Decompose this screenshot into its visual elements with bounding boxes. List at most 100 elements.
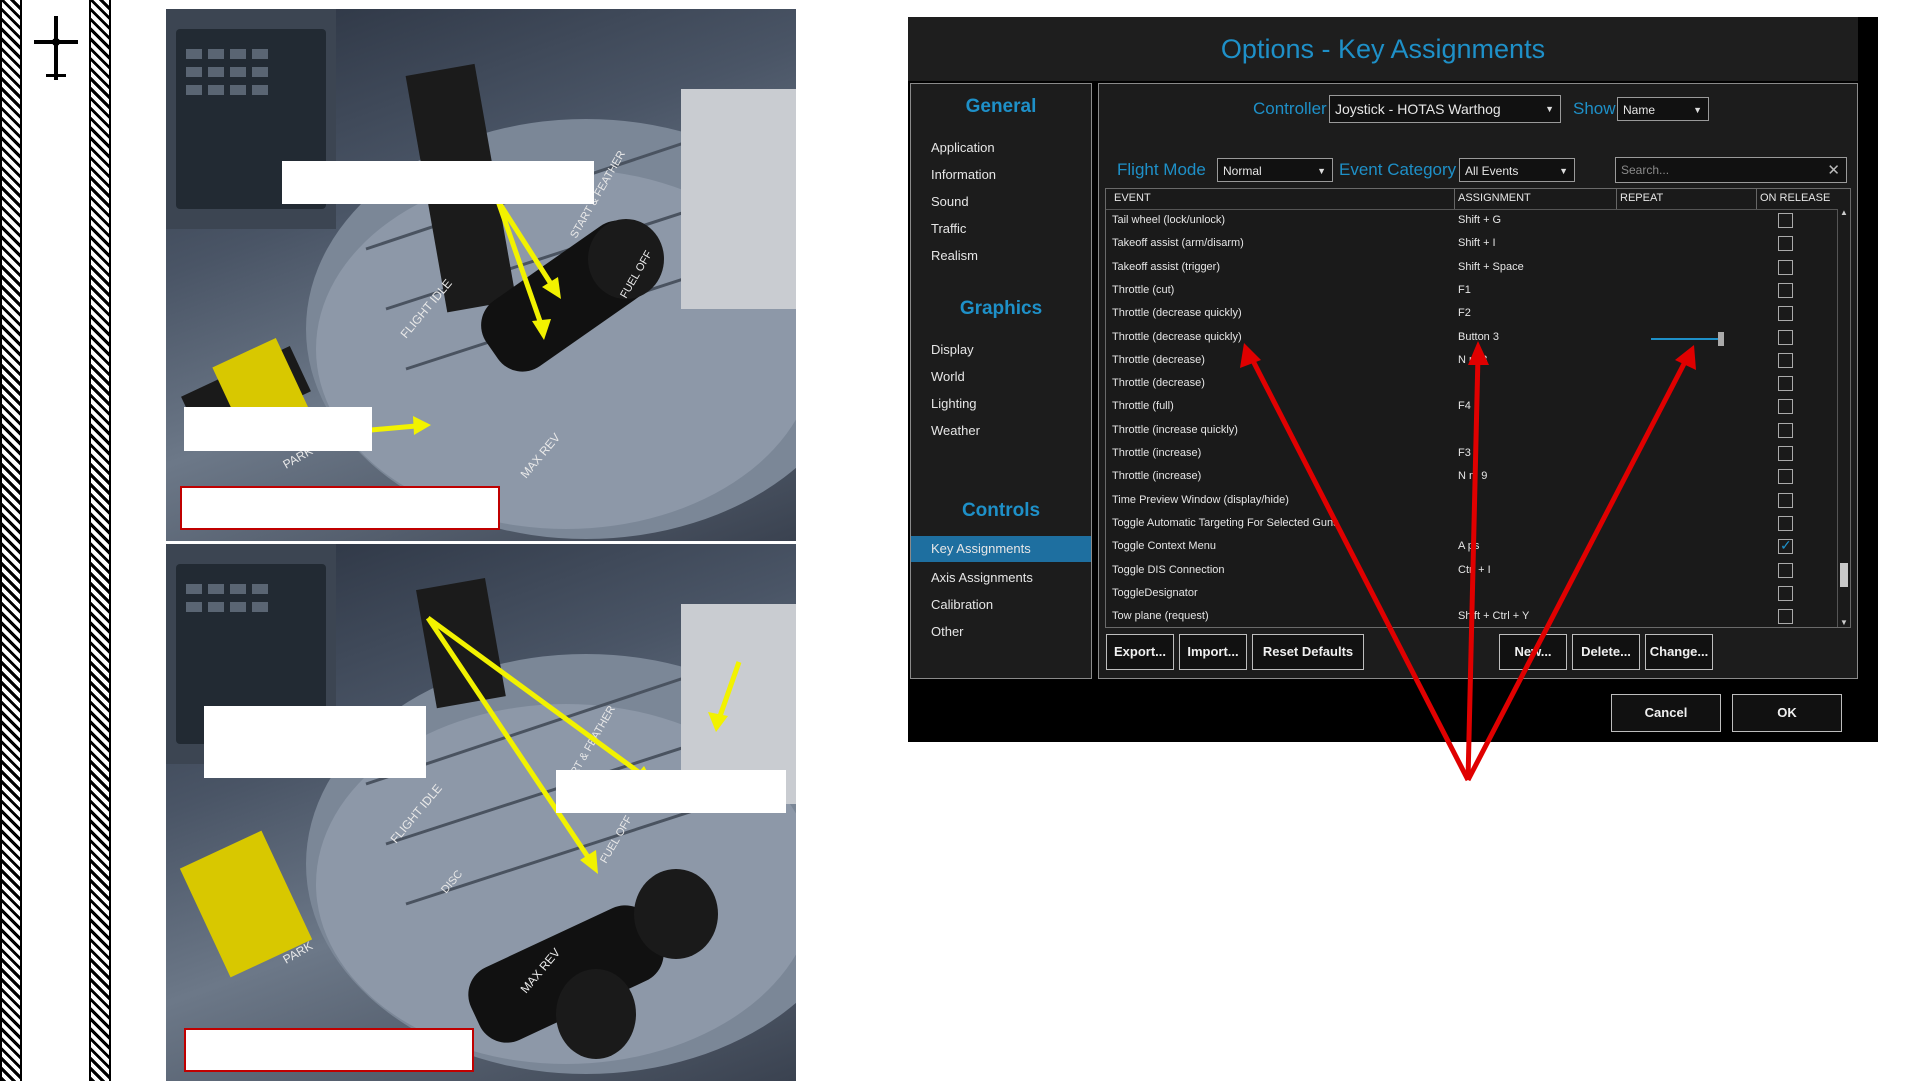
- on-release-checkbox[interactable]: [1778, 446, 1793, 461]
- event-cell: Toggle Context Menu: [1112, 540, 1216, 553]
- column-divider: [1756, 189, 1757, 209]
- on-release-checkbox[interactable]: [1778, 609, 1793, 625]
- scrollbar-thumb[interactable]: [1840, 563, 1848, 587]
- on-release-checkbox[interactable]: [1778, 282, 1793, 298]
- on-release-checkbox[interactable]: [1778, 492, 1793, 508]
- table-row[interactable]: Toggle DIS Connection Ctrl + I: [1106, 560, 1836, 583]
- table-row[interactable]: Toggle Context Menu A ps: [1106, 536, 1836, 559]
- nav-item-application[interactable]: Application: [931, 140, 995, 155]
- column-repeat[interactable]: REPEAT: [1620, 192, 1663, 204]
- controller-select[interactable]: Joystick - HOTAS Warthog ▼: [1329, 95, 1561, 123]
- table-row[interactable]: Throttle (decrease quickly) F2: [1106, 303, 1836, 326]
- repeat-slider[interactable]: [1651, 337, 1721, 340]
- nav-section-controls: Controls: [961, 500, 1041, 521]
- assignment-cell: Button 3: [1458, 330, 1499, 343]
- flight-mode-select[interactable]: Normal ▼: [1217, 158, 1333, 182]
- search-input[interactable]: Search... ✕: [1615, 157, 1847, 183]
- assignment-cell: A ps: [1458, 540, 1480, 553]
- column-assignment[interactable]: ASSIGNMENT: [1458, 192, 1531, 204]
- table-row[interactable]: Throttle (decrease) N m 3: [1106, 350, 1836, 373]
- nav-item-display[interactable]: Display: [931, 342, 974, 357]
- table-row[interactable]: Takeoff assist (arm/disarm) Shift + I: [1106, 233, 1836, 256]
- nav-item-information[interactable]: Information: [931, 167, 996, 182]
- table-row[interactable]: Throttle (increase) F3: [1106, 443, 1836, 466]
- chevron-down-icon: ▼: [1545, 104, 1554, 114]
- assignment-cell: F3: [1458, 447, 1471, 459]
- assignment-cell: Shift + G: [1458, 214, 1502, 226]
- callout-box-bottom-2: [556, 770, 786, 813]
- event-cell: Throttle (increase quickly): [1112, 423, 1238, 436]
- column-on-release[interactable]: ON RELEASE: [1760, 192, 1830, 204]
- event-cell: Toggle Automatic Targeting For Selected …: [1112, 516, 1339, 529]
- show-select[interactable]: Name ▼: [1617, 97, 1709, 121]
- on-release-checkbox[interactable]: [1778, 537, 1793, 555]
- nav-item-calibration[interactable]: Calibration: [931, 597, 993, 612]
- table-row[interactable]: Time Preview Window (display/hide): [1106, 490, 1836, 513]
- new-button[interactable]: New...: [1499, 634, 1567, 670]
- show-label: Show: [1573, 99, 1616, 118]
- right-hatch-strip: [89, 0, 111, 1081]
- table-row[interactable]: Tow plane (request) Shift + Ctrl + Y: [1106, 606, 1836, 627]
- change-button[interactable]: Change...: [1645, 634, 1713, 670]
- cancel-button[interactable]: Cancel: [1611, 694, 1721, 732]
- on-release-checkbox[interactable]: [1778, 422, 1793, 438]
- on-release-checkbox[interactable]: [1778, 236, 1793, 252]
- callout-box-top-1: [282, 161, 594, 204]
- table-row[interactable]: Throttle (cut) F1: [1106, 280, 1836, 303]
- event-cell: Takeoff assist (arm/disarm): [1112, 237, 1244, 250]
- table-row[interactable]: Takeoff assist (trigger) Shift + Space: [1106, 257, 1836, 280]
- table-row[interactable]: Throttle (increase) N m 9: [1106, 466, 1836, 489]
- chevron-down-icon: ▼: [1693, 105, 1702, 115]
- assignment-cell: F4: [1458, 400, 1471, 413]
- event-cell: Throttle (increase): [1112, 447, 1202, 459]
- nav-item-realism[interactable]: Realism: [931, 248, 978, 263]
- on-release-checkbox[interactable]: [1778, 329, 1793, 345]
- nav-item-sound[interactable]: Sound: [931, 194, 969, 209]
- table-row[interactable]: Tail wheel (lock/unlock) Shift + G: [1106, 210, 1836, 233]
- import-button[interactable]: Import...: [1179, 634, 1247, 670]
- nav-item-key-assignments[interactable]: Key Assignments: [911, 536, 1091, 562]
- event-cell: Time Preview Window (display/hide): [1112, 493, 1289, 506]
- assignment-cell: Shift + Ctrl + Y: [1458, 610, 1530, 623]
- event-cell: Throttle (decrease quickly): [1112, 330, 1242, 343]
- on-release-checkbox[interactable]: [1778, 376, 1793, 392]
- column-event[interactable]: EVENT: [1114, 192, 1151, 204]
- ok-button[interactable]: OK: [1732, 694, 1842, 732]
- on-release-checkbox[interactable]: [1778, 352, 1793, 368]
- assignment-cell: F2: [1458, 307, 1471, 320]
- nav-item-world[interactable]: World: [931, 369, 965, 384]
- scroll-up-icon[interactable]: ▲: [1840, 208, 1848, 217]
- nav-item-traffic[interactable]: Traffic: [931, 221, 966, 236]
- on-release-checkbox[interactable]: [1778, 515, 1793, 531]
- on-release-checkbox[interactable]: [1778, 585, 1793, 601]
- on-release-checkbox[interactable]: [1778, 306, 1793, 322]
- nav-item-lighting[interactable]: Lighting: [931, 396, 977, 411]
- export-button[interactable]: Export...: [1106, 634, 1174, 670]
- on-release-checkbox[interactable]: [1778, 562, 1793, 578]
- repeat-slider-knob[interactable]: [1718, 331, 1724, 346]
- on-release-checkbox[interactable]: [1778, 259, 1793, 275]
- on-release-checkbox[interactable]: [1778, 399, 1793, 415]
- table-row[interactable]: Throttle (decrease quickly) Button 3: [1106, 327, 1836, 350]
- table-row[interactable]: Toggle Automatic Targeting For Selected …: [1106, 513, 1836, 536]
- nav-item-other[interactable]: Other: [931, 624, 964, 639]
- table-row[interactable]: ToggleDesignator: [1106, 583, 1836, 606]
- event-category-select[interactable]: All Events ▼: [1459, 158, 1575, 182]
- table-scrollbar[interactable]: ▲ ▼: [1837, 208, 1850, 627]
- table-row[interactable]: Throttle (increase quickly): [1106, 420, 1836, 443]
- reset-defaults-button[interactable]: Reset Defaults: [1252, 634, 1364, 670]
- on-release-checkbox[interactable]: [1778, 213, 1793, 228]
- close-icon[interactable]: ✕: [1827, 159, 1840, 183]
- throttle-quadrant-top: MAX REV FLIGHT IDLE FUEL OFF START & FEA…: [166, 9, 796, 539]
- left-hatch-strip: [0, 0, 22, 1081]
- table-row[interactable]: Throttle (decrease): [1106, 373, 1836, 396]
- key-assignments-table: EVENT ASSIGNMENT REPEAT ON RELEASE Tail …: [1105, 188, 1851, 628]
- nav-item-weather[interactable]: Weather: [931, 423, 980, 438]
- on-release-checkbox[interactable]: [1778, 469, 1793, 485]
- flight-mode-value: Normal: [1223, 164, 1262, 178]
- key-assignments-panel: Controller Joystick - HOTAS Warthog ▼ Sh…: [1098, 83, 1858, 679]
- delete-button[interactable]: Delete...: [1572, 634, 1640, 670]
- table-row[interactable]: Throttle (full) F4: [1106, 396, 1836, 419]
- nav-item-axis-assignments[interactable]: Axis Assignments: [931, 570, 1033, 585]
- scroll-down-icon[interactable]: ▼: [1840, 618, 1848, 627]
